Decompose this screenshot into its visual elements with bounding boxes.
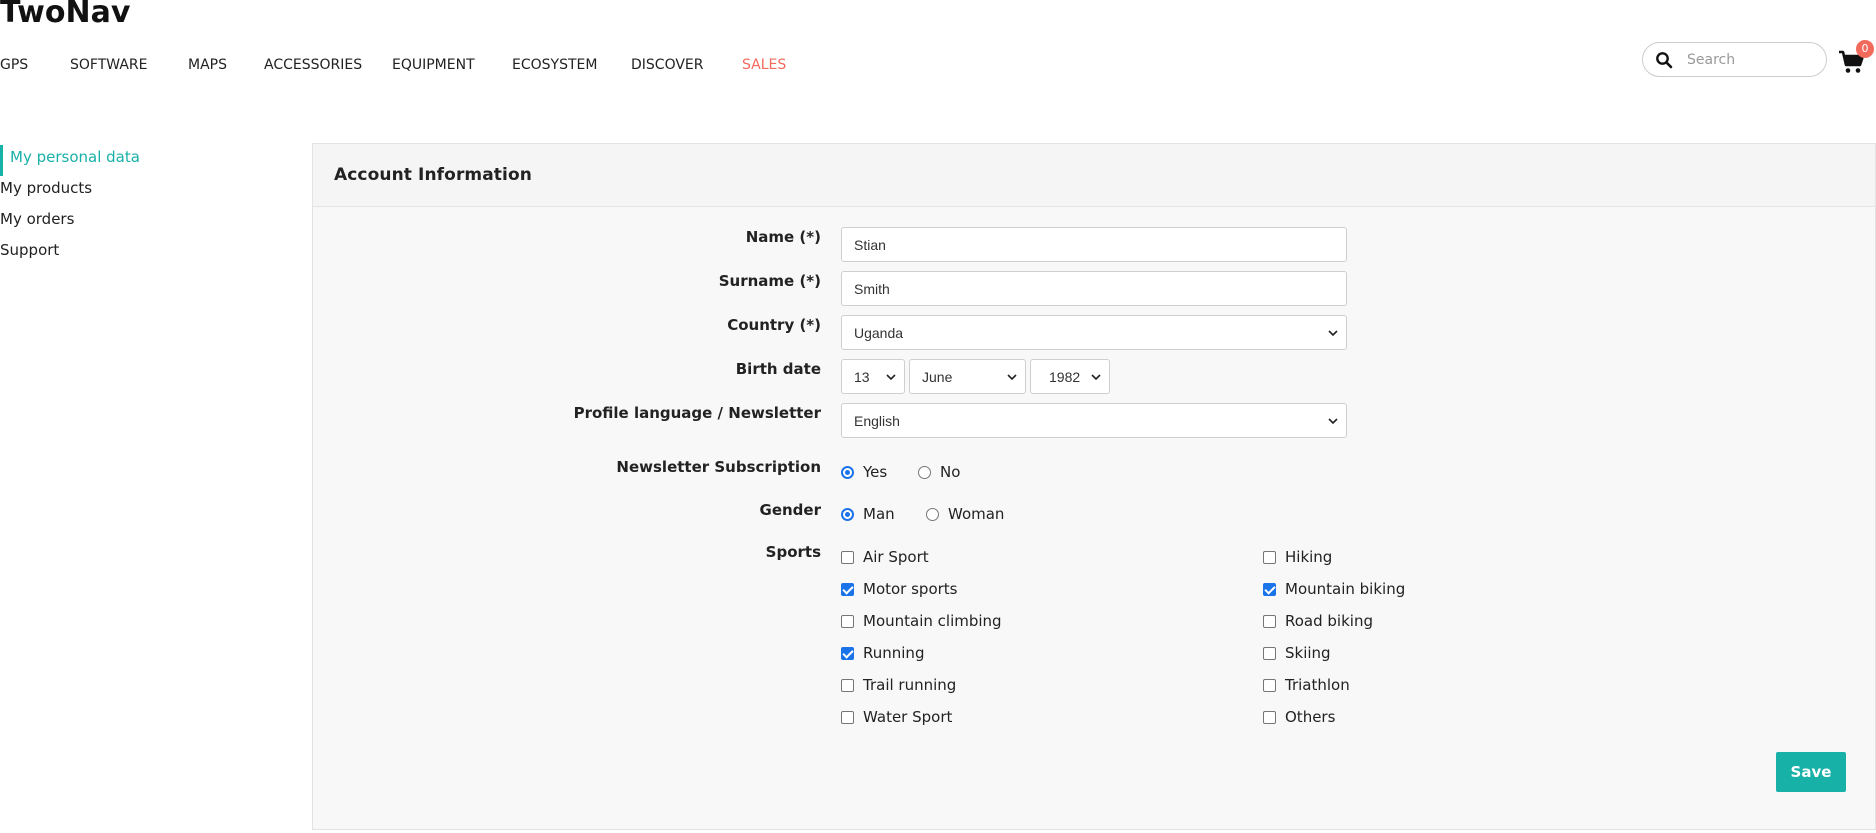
search-input[interactable] <box>1687 51 1817 68</box>
nav-accessories[interactable]: ACCESSORIES <box>264 57 362 73</box>
sport-skiing-checkbox[interactable] <box>1263 646 1276 660</box>
country-label: Country (*) <box>727 316 821 334</box>
gender-man[interactable]: Man <box>841 505 895 523</box>
page-title: Account Information <box>334 165 532 185</box>
nav-equipment[interactable]: EQUIPMENT <box>392 57 475 73</box>
sidebar-item-personal-data[interactable]: My personal data <box>0 145 260 176</box>
chevron-down-icon <box>1007 374 1017 381</box>
sport-water-sport-label: Water Sport <box>863 708 953 726</box>
sport-air-sport-label: Air Sport <box>863 548 929 566</box>
gender-woman-label: Woman <box>948 505 1005 523</box>
sport-running[interactable]: Running <box>841 644 924 662</box>
gender-label: Gender <box>759 501 821 519</box>
sport-mountain-climbing-checkbox[interactable] <box>841 614 854 628</box>
nav-sales[interactable]: SALES <box>742 57 786 73</box>
sport-mountain-climbing[interactable]: Mountain climbing <box>841 612 1002 630</box>
birth-day-value: 13 <box>854 368 870 385</box>
sport-air-sport[interactable]: Air Sport <box>841 548 929 566</box>
chevron-down-icon <box>1091 374 1101 381</box>
sidebar-item-support[interactable]: Support <box>0 238 260 269</box>
sport-mountain-biking-checkbox[interactable] <box>1263 582 1276 596</box>
gender-woman[interactable]: Woman <box>926 505 1004 523</box>
sport-others-checkbox[interactable] <box>1263 710 1276 724</box>
surname-field[interactable]: Smith <box>841 271 1347 306</box>
account-sidebar: My personal data My products My orders S… <box>0 145 260 269</box>
sport-motor-sports-label: Motor sports <box>863 580 958 598</box>
sport-triathlon-label: Triathlon <box>1285 676 1350 694</box>
sport-hiking-label: Hiking <box>1285 548 1333 566</box>
sport-water-sport[interactable]: Water Sport <box>841 708 952 726</box>
sport-others[interactable]: Others <box>1263 708 1335 726</box>
sidebar-item-products[interactable]: My products <box>0 176 260 207</box>
sports-label: Sports <box>765 543 821 561</box>
birth-month-value: June <box>922 368 953 385</box>
surname-label: Surname (*) <box>718 272 821 290</box>
nav-gps[interactable]: GPS <box>0 57 28 73</box>
sport-triathlon[interactable]: Triathlon <box>1263 676 1350 694</box>
nav-ecosystem[interactable]: ECOSYSTEM <box>512 57 597 73</box>
birth-day-select[interactable]: 13 <box>841 359 905 394</box>
country-select[interactable]: Uganda <box>841 315 1347 350</box>
twonav-logo[interactable]: TwoNav <box>0 0 130 30</box>
sport-mountain-biking-label: Mountain biking <box>1285 580 1406 598</box>
chevron-down-icon <box>886 374 896 381</box>
sport-road-biking-checkbox[interactable] <box>1263 614 1276 628</box>
search-box[interactable] <box>1642 42 1827 77</box>
gender-man-label: Man <box>863 505 895 523</box>
sport-mountain-climbing-label: Mountain climbing <box>863 612 1002 630</box>
sport-motor-sports[interactable]: Motor sports <box>841 580 958 598</box>
nav-discover[interactable]: DISCOVER <box>631 57 704 73</box>
chevron-down-icon <box>1328 418 1338 425</box>
gender-woman-radio[interactable] <box>926 507 939 521</box>
sport-running-checkbox[interactable] <box>841 646 854 660</box>
save-button[interactable]: Save <box>1776 752 1846 792</box>
sidebar-item-orders[interactable]: My orders <box>0 207 260 238</box>
sport-trail-running[interactable]: Trail running <box>841 676 956 694</box>
account-information-panel: Account Information Name (*) Stian Surna… <box>312 143 1876 830</box>
sport-hiking[interactable]: Hiking <box>1263 548 1332 566</box>
sport-air-sport-checkbox[interactable] <box>841 550 854 564</box>
birth-month-select[interactable]: June <box>909 359 1026 394</box>
newsletter-yes-radio[interactable] <box>841 465 854 479</box>
country-value: Uganda <box>854 324 904 341</box>
sport-road-biking-label: Road biking <box>1285 612 1373 630</box>
nav-software[interactable]: SOFTWARE <box>70 57 148 73</box>
chevron-down-icon <box>1328 330 1338 337</box>
sport-running-label: Running <box>863 644 925 662</box>
newsletter-no-radio[interactable] <box>918 465 931 479</box>
birth-year-value: 1982 <box>1049 368 1081 385</box>
nav-maps[interactable]: MAPS <box>188 57 227 73</box>
name-label: Name (*) <box>745 228 821 246</box>
birth-date-label: Birth date <box>735 360 821 378</box>
birth-year-select[interactable]: 1982 <box>1030 359 1110 394</box>
sport-hiking-checkbox[interactable] <box>1263 550 1276 564</box>
newsletter-no[interactable]: No <box>918 463 960 481</box>
newsletter-label: Newsletter Subscription <box>616 458 821 476</box>
language-label: Profile language / Newsletter <box>573 404 821 422</box>
sport-trail-running-label: Trail running <box>863 676 957 694</box>
sport-road-biking[interactable]: Road biking <box>1263 612 1373 630</box>
newsletter-yes-label: Yes <box>863 463 888 481</box>
sport-trail-running-checkbox[interactable] <box>841 678 854 692</box>
sport-mountain-biking[interactable]: Mountain biking <box>1263 580 1405 598</box>
newsletter-no-label: No <box>940 463 961 481</box>
cart-count-badge: 0 <box>1856 40 1874 58</box>
search-icon[interactable] <box>1655 51 1673 69</box>
sport-skiing-label: Skiing <box>1285 644 1331 662</box>
panel-header: Account Information <box>313 144 1875 207</box>
sport-water-sport-checkbox[interactable] <box>841 710 854 724</box>
gender-man-radio[interactable] <box>841 507 854 521</box>
sport-others-label: Others <box>1285 708 1336 726</box>
language-select[interactable]: English <box>841 403 1347 438</box>
language-value: English <box>854 412 900 429</box>
sport-motor-sports-checkbox[interactable] <box>841 582 854 596</box>
newsletter-yes[interactable]: Yes <box>841 463 887 481</box>
sport-triathlon-checkbox[interactable] <box>1263 678 1276 692</box>
sport-skiing[interactable]: Skiing <box>1263 644 1331 662</box>
name-field[interactable]: Stian <box>841 227 1347 262</box>
